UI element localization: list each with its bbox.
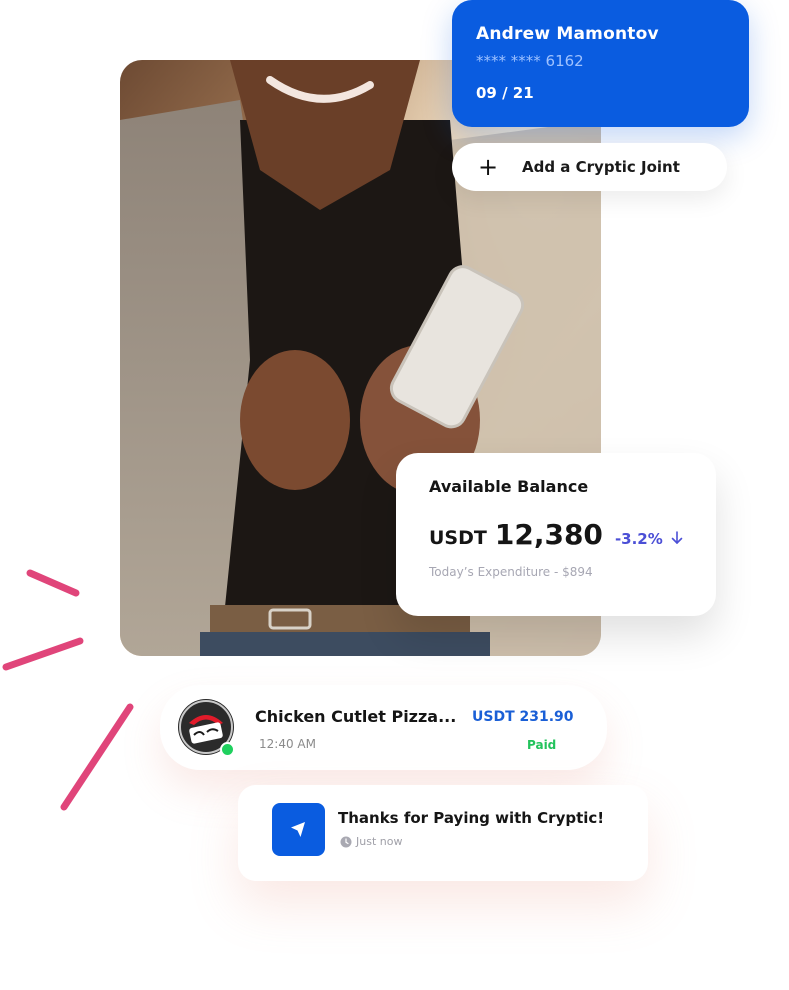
card-number: **** **** 6162 xyxy=(476,52,584,70)
merchant-name: Chicken Cutlet Pizza... xyxy=(255,707,457,726)
balance-change: -3.2% xyxy=(615,530,683,548)
payment-notification[interactable]: Thanks for Paying with Cryptic! Just now xyxy=(238,785,648,881)
plus-icon: + xyxy=(478,153,499,181)
clock-icon xyxy=(340,836,352,848)
balance-change-value: -3.2% xyxy=(614,530,663,548)
balance-currency: USDT xyxy=(429,527,487,549)
online-status-dot xyxy=(220,742,235,757)
card-holder-name: Andrew Mamontov xyxy=(476,24,659,44)
transaction-item[interactable]: Chicken Cutlet Pizza... 12:40 AM USDT 23… xyxy=(160,685,607,770)
transaction-status: Paid xyxy=(527,738,557,752)
transaction-amount: USDT 231.90 xyxy=(472,709,574,725)
todays-expenditure: Today’s Expenditure - $894 xyxy=(429,565,593,579)
arrow-down-icon xyxy=(671,531,683,544)
balance-amount: 12,380 xyxy=(494,518,603,551)
balance-title: Available Balance xyxy=(429,477,589,496)
balance-card: Available Balance USDT 12,380 -3.2% Toda… xyxy=(396,453,716,616)
card-expiry: 09 / 21 xyxy=(476,84,534,102)
transaction-time: 12:40 AM xyxy=(259,737,316,751)
send-arrow-icon xyxy=(272,803,325,856)
notification-message: Thanks for Paying with Cryptic! xyxy=(338,809,605,827)
add-cryptic-joint-button[interactable]: + Add a Cryptic Joint xyxy=(452,143,727,191)
add-cryptic-joint-label: Add a Cryptic Joint xyxy=(522,158,680,176)
decorative-strokes xyxy=(2,569,134,811)
payment-card[interactable]: Andrew Mamontov **** **** 6162 09 / 21 xyxy=(452,0,749,127)
notification-time: Just now xyxy=(356,835,403,848)
